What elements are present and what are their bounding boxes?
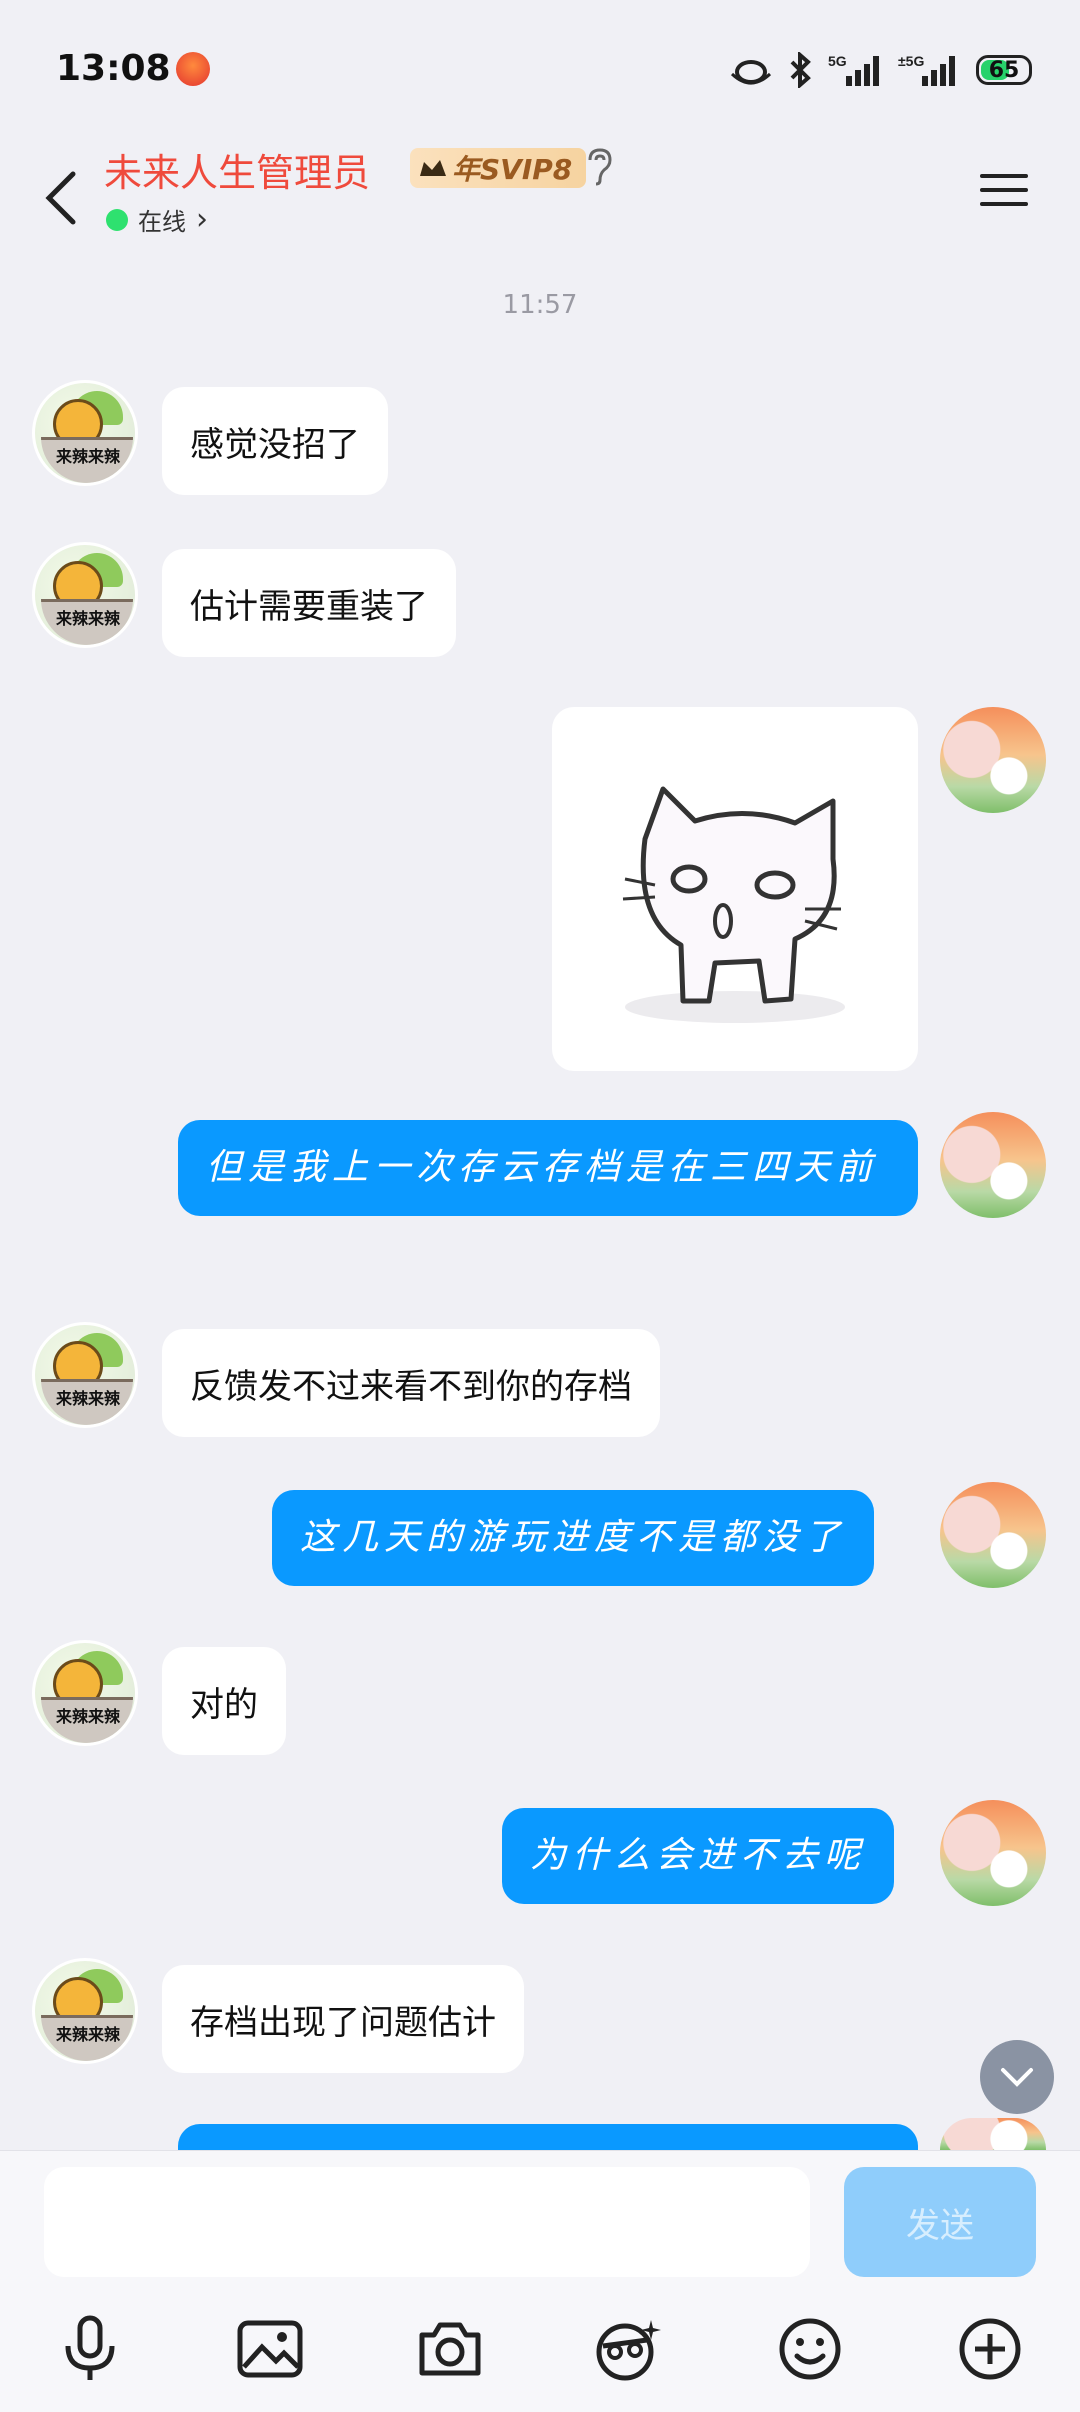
online-dot	[106, 208, 128, 231]
my-avatar[interactable]	[940, 1112, 1046, 1218]
my-avatar[interactable]	[940, 1800, 1046, 1906]
menu-icon[interactable]	[976, 162, 1032, 218]
signal-5g-icon-2: ±5G	[898, 53, 955, 86]
back-button[interactable]	[30, 158, 90, 238]
svg-text:5G: 5G	[828, 53, 847, 69]
avatar-label: 来辣来辣	[55, 609, 120, 628]
message-timestamp: 11:57	[502, 290, 578, 320]
ear-icon[interactable]	[582, 146, 616, 186]
message-bubble-incoming[interactable]: 感觉没招了	[162, 387, 388, 495]
svg-text:±5G: ±5G	[898, 53, 924, 69]
chevron-left-icon	[45, 171, 76, 225]
emoji-button[interactable]	[770, 2309, 850, 2389]
chevron-down-icon	[1001, 2068, 1033, 2087]
contact-avatar[interactable]: 来辣来辣	[32, 542, 138, 648]
composer: 发送	[0, 2150, 1080, 2412]
camera-icon	[419, 2322, 481, 2376]
hotspot-icon	[730, 60, 772, 85]
image-icon	[237, 2320, 303, 2378]
message-bubble-incoming[interactable]: 估计需要重装了	[162, 549, 456, 657]
online-status-label: 在线	[138, 208, 186, 236]
chat-header: 未来人生管理员 年SVIP8 在线 ›	[0, 140, 1080, 250]
face-effect-button[interactable]	[588, 2309, 668, 2389]
online-status[interactable]: 在线 ›	[106, 202, 208, 237]
message-bubble-incoming[interactable]: 存档出现了问题估计	[162, 1965, 524, 2073]
message-bubble-outgoing[interactable]: 但是我上一次存云存档是在三四天前	[178, 1120, 918, 1216]
message-bubble-outgoing[interactable]: 为什么会进不去呢	[502, 1808, 895, 1904]
avatar-label: 来辣来辣	[55, 1389, 120, 1408]
avatar-label: 来辣来辣	[55, 2025, 120, 2044]
app-notification-icon	[176, 52, 210, 86]
contact-avatar[interactable]: 来辣来辣	[32, 380, 138, 486]
my-avatar[interactable]	[940, 1482, 1046, 1588]
contact-avatar[interactable]: 来辣来辣	[32, 1322, 138, 1428]
battery-icon: 65	[976, 55, 1032, 85]
crown-icon	[420, 160, 446, 176]
message-bubble-outgoing[interactable]: 这几天的游玩进度不是都没了	[272, 1490, 875, 1586]
message-input[interactable]	[44, 2167, 810, 2277]
microphone-icon	[65, 2315, 115, 2380]
my-avatar[interactable]	[940, 707, 1046, 813]
contact-avatar[interactable]: 来辣来辣	[32, 1640, 138, 1746]
battery-level: 65	[988, 57, 1020, 83]
contact-avatar[interactable]: 来辣来辣	[32, 1958, 138, 2064]
camera-button[interactable]	[410, 2309, 490, 2389]
status-bar: 13:08 5G ±5G 65	[0, 0, 1080, 140]
sticker-message[interactable]	[552, 707, 918, 1071]
image-button[interactable]	[230, 2309, 310, 2389]
signal-5g-icon: 5G	[828, 53, 879, 86]
vip-badge-label: 年SVIP8	[452, 153, 573, 186]
status-icons: 5G ±5G 65	[728, 50, 1032, 90]
status-time: 13:08	[56, 48, 171, 89]
face-effect-icon	[596, 2320, 661, 2381]
message-bubble-incoming[interactable]: 对的	[162, 1647, 286, 1755]
more-button[interactable]	[950, 2309, 1030, 2389]
voice-button[interactable]	[50, 2309, 130, 2389]
contact-name[interactable]: 未来人生管理员	[104, 142, 370, 197]
message-list[interactable]: 11:57 来辣来辣 感觉没招了 来辣来辣 估计需要重装了 但是我上一次存云存档…	[0, 250, 1080, 2154]
scroll-to-bottom-button[interactable]	[980, 2040, 1054, 2114]
vip-badge[interactable]: 年SVIP8	[410, 148, 587, 188]
composer-toolbar	[0, 2301, 1080, 2391]
avatar-label: 来辣来辣	[55, 1707, 120, 1726]
my-avatar[interactable]	[940, 2118, 1046, 2150]
message-bubble-incoming[interactable]: 反馈发不过来看不到你的存档	[162, 1329, 660, 1437]
chevron-right-icon: ›	[196, 202, 208, 237]
cat-sticker-icon	[622, 786, 845, 1023]
bluetooth-icon	[790, 52, 811, 88]
avatar-label: 来辣来辣	[55, 447, 120, 466]
emoji-icon	[779, 2318, 841, 2380]
plus-icon	[959, 2318, 1021, 2380]
send-button[interactable]: 发送	[844, 2167, 1036, 2277]
